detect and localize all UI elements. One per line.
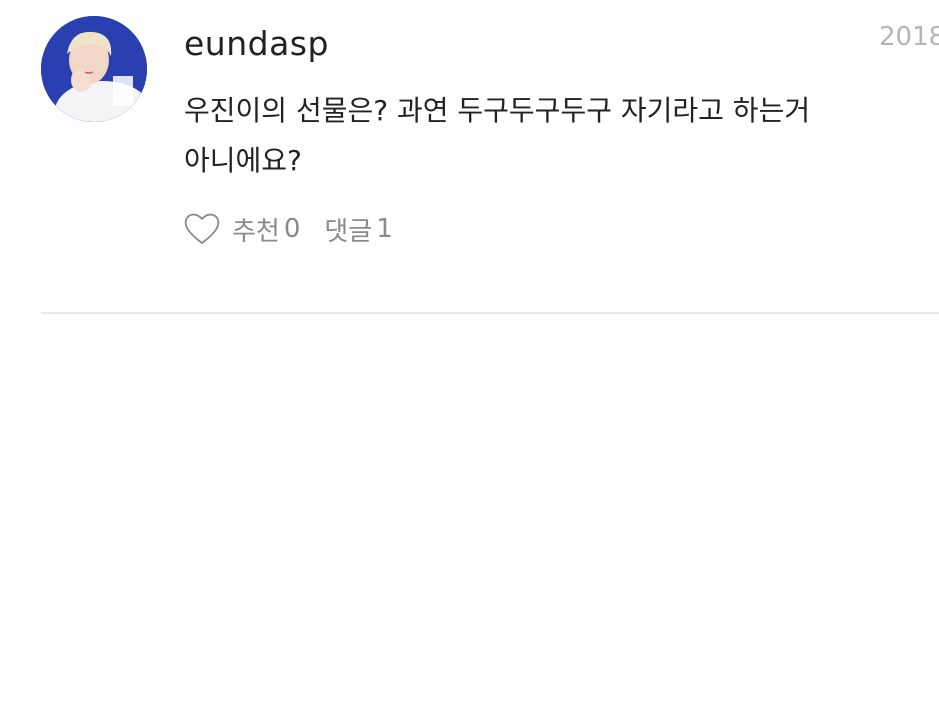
post-body-line: 아니에요? [184,144,302,177]
post-item: eundasp 2018 우진이의 선물은? 과연 두구두구두구 자기라고 하는… [0,0,939,315]
post-body: 우진이의 선물은? 과연 두구두구두구 자기라고 하는거 아니에요? [184,86,939,186]
avatar[interactable] [41,16,147,122]
comment-label[interactable]: 댓글 [324,211,372,248]
like-label[interactable]: 추천 [232,211,280,248]
divider [41,312,939,314]
post-actions: 추천 0 댓글 1 [182,207,393,251]
heart-outline-icon[interactable] [182,209,222,249]
post-body-line: 우진이의 선물은? 과연 두구두구두구 자기라고 하는거 [184,94,811,127]
avatar-photo [41,16,147,122]
post-date: 2018 [879,22,939,52]
username[interactable]: eundasp [184,24,329,63]
comment-count: 1 [376,214,393,244]
like-count: 0 [283,214,301,244]
